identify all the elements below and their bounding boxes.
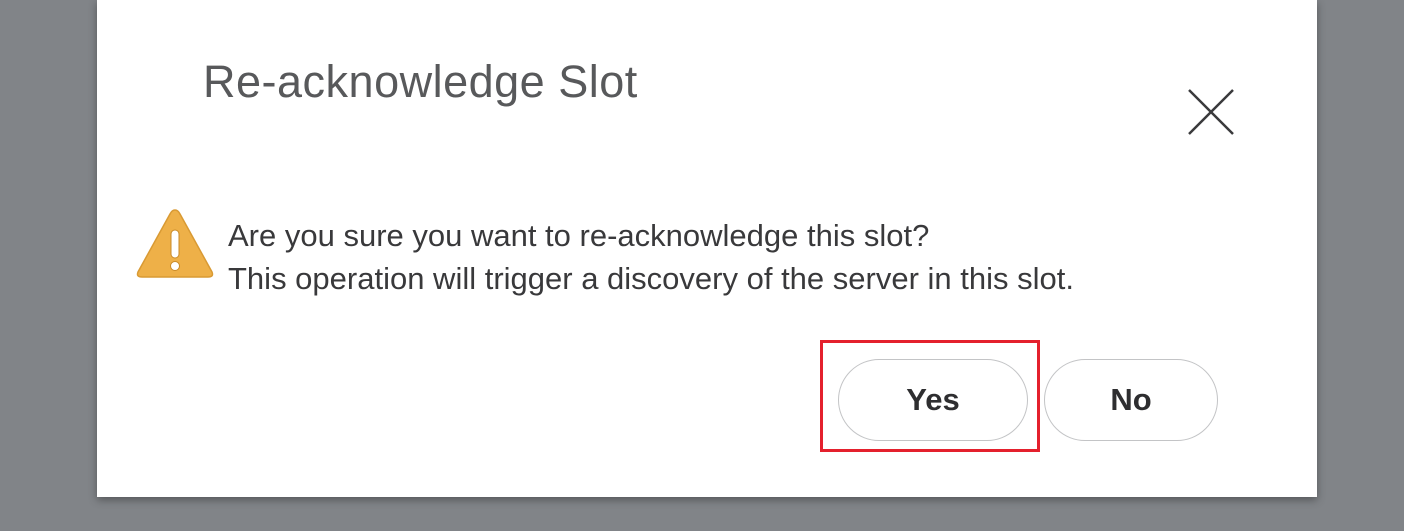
close-button[interactable] xyxy=(1185,86,1237,138)
message-line-2: This operation will trigger a discovery … xyxy=(228,261,1074,296)
confirmation-dialog: Re-acknowledge Slot Are you sure you wan… xyxy=(97,0,1317,497)
warning-triangle-icon xyxy=(134,206,216,280)
dialog-title: Re-acknowledge Slot xyxy=(203,56,638,107)
confirmation-message: Are you sure you want to re-acknowledge … xyxy=(228,214,1074,300)
message-line-1: Are you sure you want to re-acknowledge … xyxy=(228,218,930,253)
no-button[interactable]: No xyxy=(1044,359,1218,441)
yes-button[interactable]: Yes xyxy=(838,359,1028,441)
close-icon xyxy=(1188,89,1234,135)
